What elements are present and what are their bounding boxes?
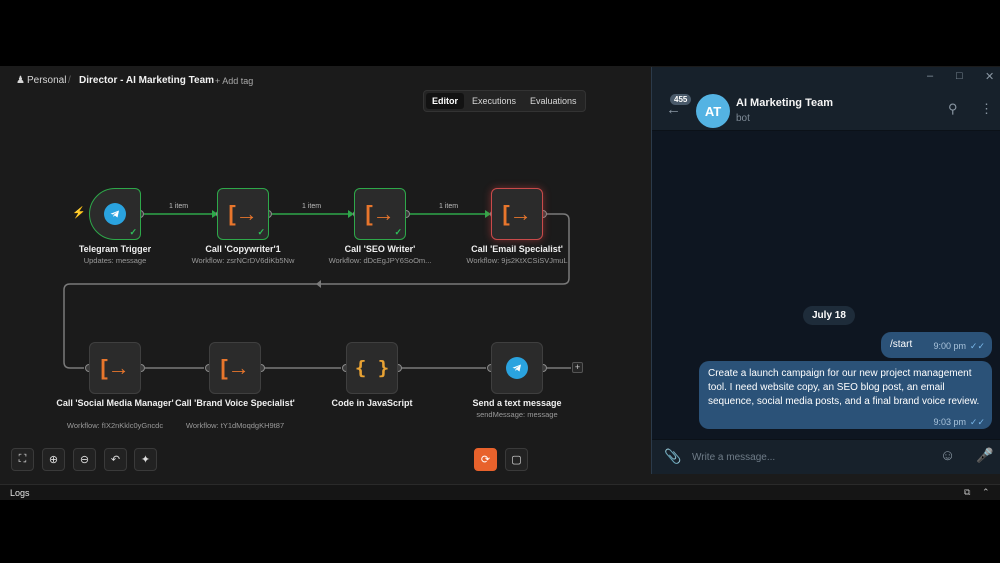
read-ticks-icon: ✓✓: [969, 341, 985, 351]
fit-view-button[interactable]: ⛶: [11, 448, 34, 471]
more-menu-icon[interactable]: ⋮: [980, 101, 993, 117]
message-time: 9:03 pm: [933, 417, 966, 427]
code-braces-icon: { }: [354, 357, 390, 379]
logs-bar[interactable]: Logs ⧉ ⌃: [0, 484, 1000, 500]
node-call-seo-writer[interactable]: [→ ✓: [354, 188, 406, 240]
message-time: 9:00 pm: [933, 341, 966, 351]
message-bubble[interactable]: Create a launch campaign for our new pro…: [699, 361, 992, 429]
message-text: /start: [890, 339, 913, 350]
refresh-icon: ⟳: [480, 454, 491, 466]
arrow-right-from-bracket-icon: [→: [220, 355, 250, 380]
chat-name[interactable]: AI Marketing Team: [736, 97, 833, 109]
search-icon[interactable]: ⚲: [948, 101, 958, 117]
message-text: Create a launch campaign for our new pro…: [708, 368, 980, 407]
chevron-up-icon[interactable]: ⌃: [982, 487, 990, 498]
arrow-right-from-bracket-icon: [→: [228, 201, 258, 226]
node-title: Send a text message: [472, 398, 562, 408]
success-check-icon: ✓: [129, 227, 137, 237]
edge-item-count: 1 item: [169, 203, 189, 210]
telegram-icon: [506, 357, 528, 379]
close-icon[interactable]: ✕: [985, 70, 994, 83]
node-subtitle: Workflow: dDcEgJPY6SoOm...: [328, 256, 432, 265]
zoom-in-icon: ⊕: [48, 454, 59, 466]
add-node-button[interactable]: +: [572, 362, 583, 373]
unread-badge: 455: [670, 94, 692, 105]
chat-header: ← 455 AT AI Marketing Team bot ⚲ ⋮: [652, 89, 1000, 131]
node-call-social-media-manager[interactable]: [→: [89, 342, 141, 394]
microphone-icon[interactable]: 🎤: [976, 447, 993, 464]
message-composer: 📎 ☺ 🎤: [652, 439, 1000, 474]
node-title: Call 'Email Specialist': [471, 244, 563, 254]
avatar[interactable]: AT: [696, 94, 730, 128]
maximize-icon[interactable]: □: [956, 70, 963, 82]
read-ticks-icon: ✓✓: [969, 417, 985, 427]
node-title: Call 'Copywriter'1: [205, 244, 281, 254]
wand-icon: ✦: [140, 454, 151, 466]
window-title-bar: – □ ✕: [652, 67, 1000, 89]
node-title: Call 'Brand Voice Specialist': [175, 398, 295, 408]
node-subtitle: Workflow: 9js2KtXCSiSVJmuL: [466, 256, 568, 265]
paperclip-icon[interactable]: 📎: [664, 448, 681, 465]
message-input[interactable]: [692, 448, 932, 467]
logs-label: Logs: [10, 488, 30, 498]
arrow-right-from-bracket-icon: [→: [365, 201, 395, 226]
popout-icon[interactable]: ⧉: [964, 487, 970, 498]
success-check-icon: ✓: [394, 227, 402, 237]
node-subtitle: Updates: message: [83, 256, 147, 265]
undo-button[interactable]: ↶: [104, 448, 127, 471]
trigger-bolt-icon: ⚡: [72, 207, 86, 219]
arrow-right-from-bracket-icon: [→: [502, 201, 532, 226]
minimize-icon[interactable]: –: [927, 70, 933, 82]
node-telegram-trigger[interactable]: ✓: [89, 188, 141, 240]
node-call-copywriter[interactable]: [→ ✓: [217, 188, 269, 240]
execute-workflow-button[interactable]: ⟳: [474, 448, 497, 471]
zoom-in-button[interactable]: ⊕: [42, 448, 65, 471]
telegram-window: – □ ✕ ← 455 AT AI Marketing Team bot ⚲ ⋮…: [651, 67, 1000, 474]
node-code-in-javascript[interactable]: { }: [346, 342, 398, 394]
fit-view-icon: ⛶: [18, 453, 27, 465]
node-title: Call 'SEO Writer': [344, 244, 416, 254]
zoom-out-icon: ⊖: [79, 454, 90, 466]
message-bubble[interactable]: /start 9:00 pm ✓✓: [881, 332, 992, 358]
screen: ♟ Personal / Director - AI Marketing Tea…: [0, 0, 1000, 563]
node-subtitle: Workflow: tY1dMoqdgKH9t87: [185, 421, 285, 430]
success-check-icon: ✓: [257, 227, 265, 237]
edge-item-count: 1 item: [439, 203, 459, 210]
node-title: Code in JavaScript: [331, 398, 413, 408]
emoji-icon[interactable]: ☺: [940, 447, 955, 464]
chat-status: bot: [736, 113, 750, 124]
node-subtitle: Workflow: zsrNCrDV6diKb5Nw: [191, 256, 295, 265]
arrow-right-from-bracket-icon: [→: [100, 355, 130, 380]
node-title: Call 'Social Media Manager': [56, 398, 174, 408]
node-call-email-specialist[interactable]: [→: [491, 188, 543, 240]
zoom-out-button[interactable]: ⊖: [73, 448, 96, 471]
node-call-brand-voice-specialist[interactable]: [→: [209, 342, 261, 394]
node-send-text-message[interactable]: [491, 342, 543, 394]
node-subtitle: sendMessage: message: [476, 410, 558, 419]
node-title: Telegram Trigger: [78, 244, 152, 254]
undo-icon: ↶: [110, 454, 121, 466]
tidy-up-button[interactable]: ✦: [134, 448, 157, 471]
edge-item-count: 1 item: [302, 203, 322, 210]
date-separator: July 18: [803, 306, 855, 325]
node-subtitle: Workflow: fIX2nKklc0yGncdc: [66, 421, 164, 430]
stop-icon: ▢: [511, 454, 522, 466]
stop-execution-button[interactable]: ▢: [505, 448, 528, 471]
telegram-icon: [104, 203, 126, 225]
connection-arrow: [316, 280, 321, 288]
